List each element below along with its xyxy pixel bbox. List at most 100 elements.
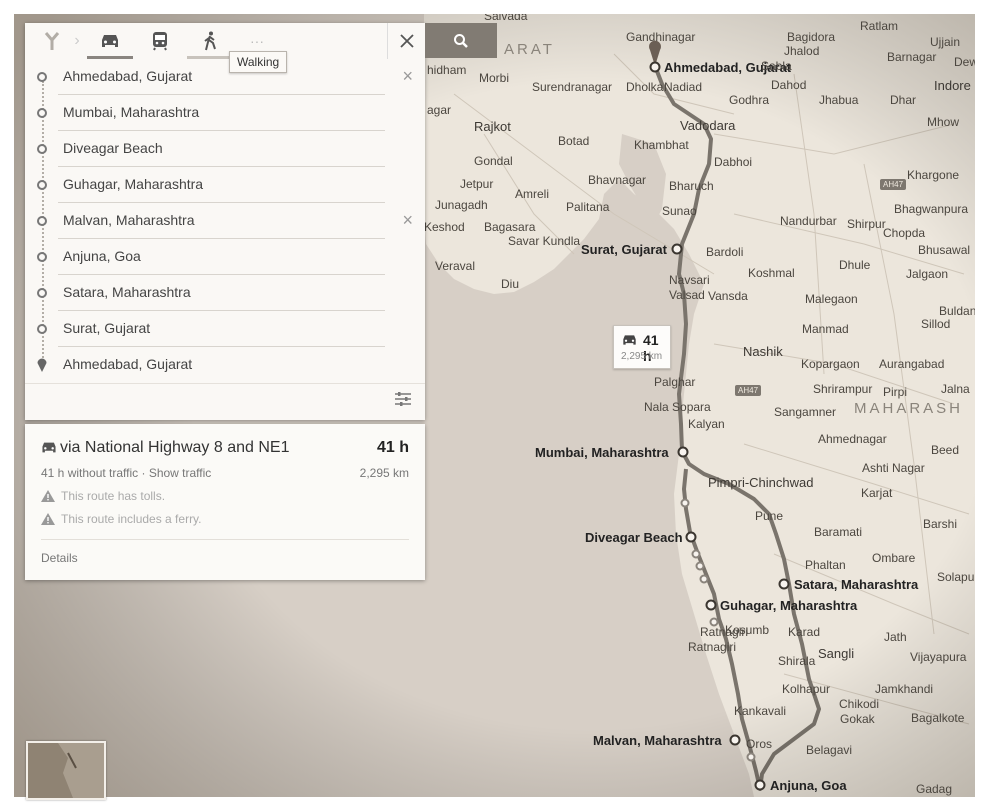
place-label: Jetpur <box>460 177 494 191</box>
place-label: Bagidora <box>787 30 836 44</box>
map-stop-surat[interactable]: Surat, Gujarat <box>581 242 667 257</box>
place-label: Jhabua <box>819 93 859 107</box>
waypoint-input[interactable]: Guhagar, Maharashtra <box>63 176 203 192</box>
waypoint-input[interactable]: Satara, Maharashtra <box>63 284 191 300</box>
search-button[interactable] <box>425 23 497 58</box>
waypoint-row[interactable]: Surat, Gujarat <box>25 311 425 347</box>
waypoint-input[interactable]: Diveagar Beach <box>63 140 163 156</box>
place-label: Bharuch <box>669 179 714 193</box>
place-label: Koshmal <box>748 266 795 280</box>
bubble-distance: 2,295 km <box>621 351 663 362</box>
route-time: 41 h <box>376 439 409 456</box>
place-label: Bagasara <box>484 220 536 234</box>
ferry-warning: This route includes a ferry. <box>41 512 202 526</box>
route-summary-card[interactable]: via National Highway 8 and NE1 41 h 41 h… <box>25 424 425 580</box>
place-label: Ahmednagar <box>818 432 887 446</box>
waypoint-row[interactable]: Ahmedabad, Gujarat <box>25 347 425 383</box>
train-icon <box>153 32 167 51</box>
place-label: Bhagwanpura <box>894 202 969 216</box>
place-label: Salvada <box>484 14 528 23</box>
place-label: Beed <box>931 443 960 457</box>
place-label: Keshod <box>424 220 465 234</box>
place-label: Sunao <box>662 204 697 218</box>
waypoint-row[interactable]: Mumbai, Maharashtra <box>25 95 425 131</box>
place-label: Nandurbar <box>780 214 837 228</box>
close-icon <box>400 34 414 48</box>
route-title: via National Highway 8 and NE1 <box>60 439 290 456</box>
route-traffic-note[interactable]: 41 h without traffic · Show traffic <box>41 466 211 480</box>
map-stop-satara[interactable]: Satara, Maharashtra <box>794 577 918 592</box>
place-label: Ratlam <box>860 19 899 33</box>
place-label: Godhra <box>729 93 770 107</box>
place-label: Buldana <box>939 304 975 318</box>
place-label: Chopda <box>883 226 926 240</box>
place-label: Palghar <box>654 375 696 389</box>
place-label: Shirpur <box>847 217 886 231</box>
car-icon <box>623 335 636 345</box>
place-label: Gandhinagar <box>626 30 696 44</box>
mode-transit[interactable] <box>137 23 183 59</box>
map-stop-malvan[interactable]: Malvan, Maharashtra <box>593 733 722 748</box>
close-button[interactable] <box>387 23 426 59</box>
route-options-icon[interactable] <box>394 390 412 413</box>
place-label: Jhalod <box>784 44 820 58</box>
place-label: Pune <box>755 509 784 523</box>
place-label: Palitana <box>566 200 610 214</box>
place-label: Savar Kundla <box>508 234 581 248</box>
place-label: Khargone <box>907 168 960 182</box>
place-label: Karjat <box>861 486 893 500</box>
map-stop-diveagar[interactable]: Diveagar Beach <box>585 530 683 545</box>
place-label: Rajkot <box>474 119 511 134</box>
place-label: Botad <box>558 134 590 148</box>
place-label: Jalgaon <box>906 267 949 281</box>
place-label: Aurangabad <box>879 357 945 371</box>
highway-shield: AH47 <box>735 385 762 396</box>
place-label: Bhavnagar <box>588 173 647 187</box>
satellite-toggle[interactable] <box>26 741 106 800</box>
waypoint-row[interactable]: Guhagar, Maharashtra <box>25 167 425 203</box>
waypoint-dot-icon <box>37 324 47 334</box>
place-label: Ratnagiri <box>700 625 749 639</box>
place-label: Sangli <box>818 646 855 661</box>
warning-icon <box>41 513 55 525</box>
waypoint-input[interactable]: Ahmedabad, Gujarat <box>63 68 192 84</box>
place-label: Junagadh <box>435 198 488 212</box>
region-label-maharashtra: MAHARASH <box>854 400 964 417</box>
details-link[interactable]: Details <box>41 551 78 565</box>
remove-waypoint-icon[interactable]: × <box>402 66 413 87</box>
mode-driving[interactable] <box>87 23 133 59</box>
waypoint-input[interactable]: Malvan, Maharashtra <box>63 212 195 228</box>
waypoint-row[interactable]: Ahmedabad, Gujarat × <box>25 59 425 95</box>
waypoint-input[interactable]: Mumbai, Maharashtra <box>63 104 199 120</box>
map-stop-anjuna[interactable]: Anjuna, Goa <box>770 778 847 793</box>
mode-walking[interactable] <box>187 23 233 59</box>
place-label: Vansda <box>708 289 748 303</box>
waypoint-input[interactable]: Anjuna, Goa <box>63 248 141 264</box>
waypoint-row[interactable]: Diveagar Beach <box>25 131 425 167</box>
place-label: Gadag <box>916 782 953 796</box>
waypoint-row[interactable]: Anjuna, Goa <box>25 239 425 275</box>
waypoint-row[interactable]: Satara, Maharashtra <box>25 275 425 311</box>
place-label: Ujjain <box>930 35 961 49</box>
map-stop-guhagar[interactable]: Guhagar, Maharashtra <box>720 598 857 613</box>
place-label: Sabla <box>761 59 792 73</box>
route-distance: 2,295 km <box>359 466 409 480</box>
waypoint-row[interactable]: Malvan, Maharashtra × <box>25 203 425 239</box>
place-label: Dabhoi <box>714 155 753 169</box>
place-label: Khambhat <box>634 138 689 152</box>
directions-icon[interactable] <box>35 23 69 59</box>
place-label: Baramati <box>814 525 863 539</box>
waypoint-dot-icon <box>37 108 47 118</box>
place-label: Veraval <box>435 259 476 273</box>
remove-waypoint-icon[interactable]: × <box>402 210 413 231</box>
map-stop-mumbai[interactable]: Mumbai, Maharashtra <box>535 445 669 460</box>
place-label: Gondal <box>474 154 513 168</box>
waypoint-input[interactable]: Surat, Gujarat <box>63 320 150 336</box>
place-label: Pimpri-Chinchwad <box>708 475 814 490</box>
waypoint-input[interactable]: Ahmedabad, Gujarat <box>63 356 192 372</box>
route-info-bubble[interactable]: 41 h 2,295 km <box>613 325 671 369</box>
place-label: Surendranagar <box>532 80 613 94</box>
waypoint-dot-icon <box>37 252 47 262</box>
place-label: Mhow <box>927 115 960 129</box>
highway-shield: AH47 <box>880 179 907 190</box>
